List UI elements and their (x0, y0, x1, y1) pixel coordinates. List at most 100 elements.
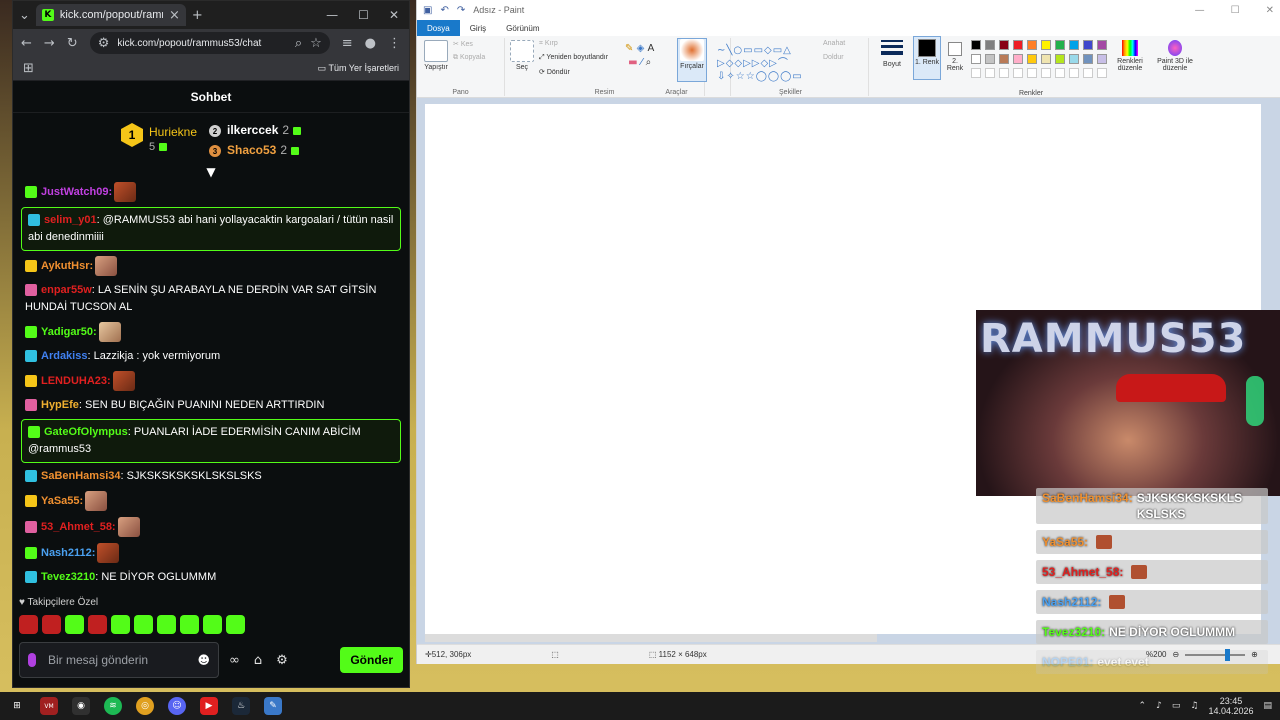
chat-username[interactable]: YaSa55: (41, 495, 83, 507)
emote-1[interactable] (19, 615, 38, 634)
redo-icon[interactable]: ↷ (457, 5, 465, 16)
chat-username[interactable]: Tevez3210 (41, 571, 95, 583)
emote-9[interactable] (203, 615, 222, 634)
custom-color-slot[interactable] (999, 68, 1009, 78)
discord-icon[interactable]: ☺ (168, 697, 186, 715)
steam-icon[interactable]: ♨ (232, 697, 250, 715)
leader-2-name[interactable]: ilkercсek 2 (227, 123, 302, 137)
tray-expand-icon[interactable]: ⌃ (1139, 701, 1147, 711)
leader-3-name[interactable]: Shaco53 2 (227, 143, 300, 157)
chat-emote[interactable] (85, 491, 108, 511)
reload-icon[interactable]: ↻ (67, 36, 78, 51)
palette-color-swatch[interactable] (1027, 54, 1037, 64)
emote-8[interactable] (180, 615, 199, 634)
voicemeeter-icon[interactable]: VM (40, 697, 58, 715)
palette-color-swatch[interactable] (999, 40, 1009, 50)
new-tab-icon[interactable]: + (192, 8, 203, 23)
save-icon[interactable]: ▣ (423, 5, 432, 16)
custom-color-slot[interactable] (1069, 68, 1079, 78)
chat-emote[interactable] (95, 256, 118, 276)
site-info-icon[interactable]: ⚙ (98, 36, 110, 51)
menu-icon[interactable]: ⋮ (388, 36, 401, 51)
minimize-icon[interactable]: — (326, 8, 338, 22)
chat-username[interactable]: selim_y01 (44, 214, 97, 226)
store-icon[interactable]: ⌂ (254, 653, 262, 668)
chat-username[interactable]: Ardakiss (41, 350, 87, 362)
eraser-icon[interactable]: ▬ (628, 57, 637, 68)
palette-color-swatch[interactable] (1097, 40, 1107, 50)
network-icon[interactable]: ▭ (1172, 701, 1181, 711)
close-tab-icon[interactable]: × (169, 8, 180, 23)
paint3d-button[interactable]: Paint 3D ile düzenle (1153, 40, 1197, 72)
custom-color-slot[interactable] (971, 68, 981, 78)
settings-icon[interactable]: ⚙ (276, 653, 288, 668)
palette-color-swatch[interactable] (999, 54, 1009, 64)
palette-color-swatch[interactable] (1027, 40, 1037, 50)
custom-color-slot[interactable] (1041, 68, 1051, 78)
emoji-icon[interactable]: ☻ (197, 653, 210, 667)
chat-username[interactable]: Yadigar50: (41, 326, 97, 338)
palette-color-swatch[interactable] (1055, 40, 1065, 50)
palette-color-swatch[interactable] (985, 54, 995, 64)
palette-color-swatch[interactable] (971, 40, 981, 50)
chrome-icon[interactable]: ◎ (136, 697, 154, 715)
chat-emote[interactable] (117, 517, 140, 537)
magnifier-icon[interactable]: ⌕ (646, 57, 652, 68)
zoom-slider[interactable] (1185, 648, 1246, 661)
all-bookmarks-button[interactable]: ▭ Tüm Yer İşaretleri (318, 63, 399, 74)
maximize-icon[interactable]: ☐ (1231, 5, 1240, 16)
clock[interactable]: 23:45 14.04.2026 (1208, 696, 1253, 716)
emote-6[interactable] (134, 615, 153, 634)
color-picker-icon[interactable]: ⁄ (641, 57, 643, 68)
minimize-icon[interactable]: — (1195, 5, 1205, 16)
size-button[interactable]: Boyut (877, 40, 907, 68)
palette-color-swatch[interactable] (1083, 54, 1093, 64)
palette-color-swatch[interactable] (1069, 40, 1079, 50)
apps-grid-icon[interactable]: ⊞ (23, 61, 34, 76)
mic-tray-icon[interactable]: ♪ (1156, 701, 1162, 711)
emote-5[interactable] (111, 615, 130, 634)
emote-10[interactable] (226, 615, 245, 634)
chat-emote[interactable] (98, 322, 121, 342)
chat-username[interactable]: JustWatch09: (41, 186, 112, 198)
bookmark-star-icon[interactable]: ☆ (310, 36, 322, 51)
chat-message-input[interactable]: Bir mesaj gönderin ☻ (19, 642, 219, 678)
maximize-icon[interactable]: ☐ (358, 8, 369, 22)
cut-button[interactable]: ✂ Kes (453, 40, 473, 48)
text-icon[interactable]: A (647, 43, 654, 54)
brushes-button[interactable]: Fırçalar (677, 38, 707, 82)
paste-button[interactable]: Yapıştır (421, 40, 451, 71)
fill-button[interactable]: Doldur (823, 54, 844, 61)
back-icon[interactable]: ← (21, 36, 32, 51)
zoom-icon[interactable]: ⌕ (295, 36, 302, 51)
custom-color-slot[interactable] (1027, 68, 1037, 78)
horizontal-scrollbar[interactable] (425, 634, 877, 642)
start-icon[interactable]: ⊞ (8, 697, 26, 715)
edit-colors-button[interactable]: Renkleri düzenle (1113, 40, 1147, 72)
chat-username[interactable]: LENDUHA23: (41, 375, 111, 387)
color1-button[interactable]: 1. Renk (913, 36, 941, 80)
youtube-icon[interactable]: ▶ (200, 697, 218, 715)
resize-button[interactable]: ⤢ Yeniden boyutlandır (539, 54, 608, 62)
color2-button[interactable]: 2. Renk (943, 38, 967, 72)
kicks-icon[interactable]: ∞ (229, 653, 240, 668)
leader-1-name[interactable]: Huriekne (149, 125, 197, 139)
extensions-icon[interactable]: ≡ (342, 36, 353, 51)
chat-username[interactable]: enpar55w (41, 284, 92, 296)
tab-file[interactable]: Dosya (417, 20, 460, 36)
palette-color-swatch[interactable] (1013, 40, 1023, 50)
palette-color-swatch[interactable] (985, 40, 995, 50)
chat-username[interactable]: GateOfOlympus (44, 426, 128, 438)
address-bar[interactable]: ⚙ kick.com/popout/rammus53/chat ⌕ ☆ (89, 32, 330, 54)
profile-avatar[interactable]: ● (365, 36, 376, 51)
chat-emote[interactable] (97, 543, 120, 563)
custom-color-slot[interactable] (1083, 68, 1093, 78)
chat-emote[interactable] (112, 371, 135, 391)
fill-bucket-icon[interactable]: ◈ (637, 43, 645, 54)
forward-icon[interactable]: → (44, 36, 55, 51)
palette-color-swatch[interactable] (971, 54, 981, 64)
chat-username[interactable]: AykutHsr: (41, 260, 93, 272)
spotify-icon[interactable]: ≋ (104, 697, 122, 715)
palette-color-swatch[interactable] (1013, 54, 1023, 64)
custom-color-slot[interactable] (1097, 68, 1107, 78)
